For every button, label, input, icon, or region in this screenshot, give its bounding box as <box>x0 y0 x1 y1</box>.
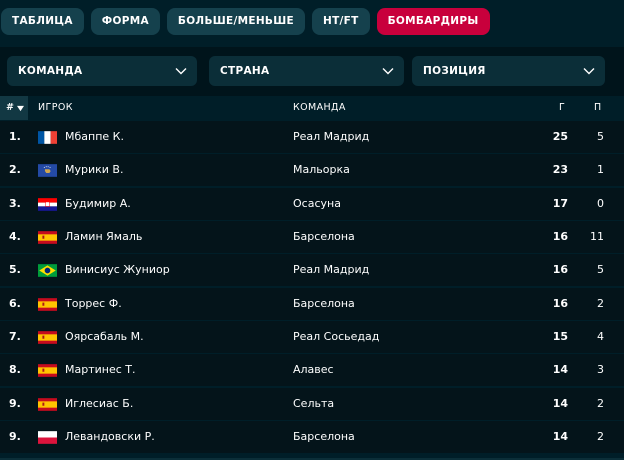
team-filter-label: КОМАНДА <box>18 65 83 77</box>
brazil-flag-icon <box>38 264 57 278</box>
assists-cell: 3 <box>597 363 604 377</box>
kosovo-flag-icon <box>38 164 57 178</box>
rank-cell: 4. <box>9 230 21 244</box>
team-name[interactable]: Алавес <box>293 354 334 386</box>
team-name[interactable]: Мальорка <box>293 154 350 186</box>
assists-cell: 1 <box>597 163 604 177</box>
team-name[interactable]: Реал Сосьедад <box>293 321 379 353</box>
table-row[interactable]: 4. Ламин Ямаль Барселона 16 11 <box>0 221 624 254</box>
country-filter-label: СТРАНА <box>220 65 270 77</box>
team-filter-dropdown[interactable]: КОМАНДА <box>7 56 197 86</box>
player-name[interactable]: Левандовски Р. <box>65 421 155 453</box>
rank-column-header[interactable]: # <box>6 96 14 120</box>
table-row[interactable]: 8. Мартинес Т. Алавес 14 3 <box>0 354 624 387</box>
team-name[interactable]: Реал Мадрид <box>293 254 369 286</box>
scorers-table: 1. Мбаппе К. Реал Мадрид 25 5 2. Мурики … <box>0 121 624 454</box>
position-filter-dropdown[interactable]: ПОЗИЦИЯ <box>412 56 605 86</box>
assists-cell: 2 <box>597 296 604 310</box>
spain-flag-icon <box>38 397 57 411</box>
table-row[interactable]: 1. Мбаппе К. Реал Мадрид 25 5 <box>0 121 624 153</box>
team-name[interactable]: Сельта <box>293 388 334 420</box>
table-row[interactable]: 9. Левандовски Р. Барселона 14 2 <box>0 421 624 454</box>
rank-cell: 9. <box>9 430 21 444</box>
player-name[interactable]: Ламин Ямаль <box>65 221 142 253</box>
team-name[interactable]: Барселона <box>293 221 355 253</box>
country-filter-dropdown[interactable]: СТРАНА <box>209 56 404 86</box>
goals-cell: 16 <box>552 296 568 310</box>
goals-cell: 17 <box>552 196 568 210</box>
assists-cell: 0 <box>597 196 604 210</box>
rank-cell: 8. <box>9 363 21 377</box>
player-name[interactable]: Будимир А. <box>65 188 131 220</box>
assists-cell: 2 <box>597 396 604 410</box>
goals-cell: 23 <box>552 163 568 177</box>
table-row[interactable]: 6. Торрес Ф. Барселона 16 2 <box>0 287 624 320</box>
team-name[interactable]: Барселона <box>293 421 355 453</box>
team-name[interactable]: Реал Мадрид <box>293 121 369 153</box>
team-column-header[interactable]: КОМАНДА <box>293 96 346 120</box>
goals-cell: 15 <box>552 330 568 344</box>
assists-cell: 2 <box>597 430 604 444</box>
goals-cell: 14 <box>552 430 568 444</box>
table-row[interactable]: 5. Винисиус Жуниор Реал Мадрид 16 5 <box>0 254 624 287</box>
rank-cell: 9. <box>9 396 21 410</box>
assists-cell: 11 <box>590 230 604 244</box>
tab-top-scorers[interactable]: БОМБАРДИРЫ <box>376 8 490 35</box>
player-column-header[interactable]: ИГРОК <box>38 96 73 120</box>
team-name[interactable]: Барселона <box>293 288 355 320</box>
player-name[interactable]: Оярсабаль М. <box>65 321 144 353</box>
chevron-down-icon <box>175 68 187 75</box>
table-header: # ИГРОК КОМАНДА Г П <box>0 96 624 120</box>
assists-cell: 5 <box>597 263 604 277</box>
goals-cell: 16 <box>552 263 568 277</box>
goals-cell: 16 <box>552 230 568 244</box>
tab-form[interactable]: ФОРМА <box>90 8 160 35</box>
rank-cell: 2. <box>9 163 21 177</box>
spain-flag-icon <box>38 297 57 311</box>
table-row[interactable]: 3. Будимир А. Осасуна 17 0 <box>0 187 624 220</box>
position-filter-label: ПОЗИЦИЯ <box>423 65 486 77</box>
sort-down-icon <box>17 105 24 112</box>
tab-table[interactable]: ТАБЛИЦА <box>1 8 84 35</box>
tab-ht-ft[interactable]: HT/FT <box>311 8 370 35</box>
assists-cell: 5 <box>597 130 604 143</box>
filter-bar: КОМАНДА СТРАНА ПОЗИЦИЯ <box>0 47 624 96</box>
player-name[interactable]: Мартинес Т. <box>65 354 136 386</box>
spain-flag-icon <box>38 364 57 378</box>
table-row[interactable]: 9. Иглесиас Б. Сельта 14 2 <box>0 387 624 420</box>
rank-cell: 1. <box>9 130 21 143</box>
player-name[interactable]: Мурики В. <box>65 154 123 186</box>
player-name[interactable]: Винисиус Жуниор <box>65 254 170 286</box>
rank-cell: 6. <box>9 296 21 310</box>
chevron-down-icon <box>583 68 595 75</box>
goals-cell: 14 <box>552 396 568 410</box>
team-name[interactable]: Осасуна <box>293 188 341 220</box>
assists-cell: 4 <box>597 330 604 344</box>
tab-over-under[interactable]: БОЛЬШЕ/МЕНЬШЕ <box>166 8 305 35</box>
goals-column-header[interactable]: Г <box>559 96 565 120</box>
tabs-bar: ТАБЛИЦА ФОРМА БОЛЬШЕ/МЕНЬШЕ HT/FT БОМБАР… <box>0 8 490 35</box>
croatia-flag-icon <box>38 197 57 211</box>
spain-flag-icon <box>38 231 57 244</box>
poland-flag-icon <box>38 431 57 444</box>
goals-cell: 14 <box>552 363 568 377</box>
france-flag-icon <box>38 131 57 144</box>
table-row[interactable]: 2. Мурики В. Мальорка 23 1 <box>0 154 624 187</box>
rank-cell: 5. <box>9 263 21 277</box>
goals-cell: 25 <box>552 130 568 143</box>
table-row[interactable]: 7. Оярсабаль М. Реал Сосьедад 15 4 <box>0 321 624 354</box>
player-name[interactable]: Иглесиас Б. <box>65 388 133 420</box>
rank-cell: 7. <box>9 330 21 344</box>
assists-column-header[interactable]: П <box>594 96 602 120</box>
spain-flag-icon <box>38 331 57 344</box>
player-name[interactable]: Мбаппе К. <box>65 121 124 153</box>
rank-cell: 3. <box>9 196 21 210</box>
player-name[interactable]: Торрес Ф. <box>65 288 122 320</box>
chevron-down-icon <box>382 68 394 75</box>
